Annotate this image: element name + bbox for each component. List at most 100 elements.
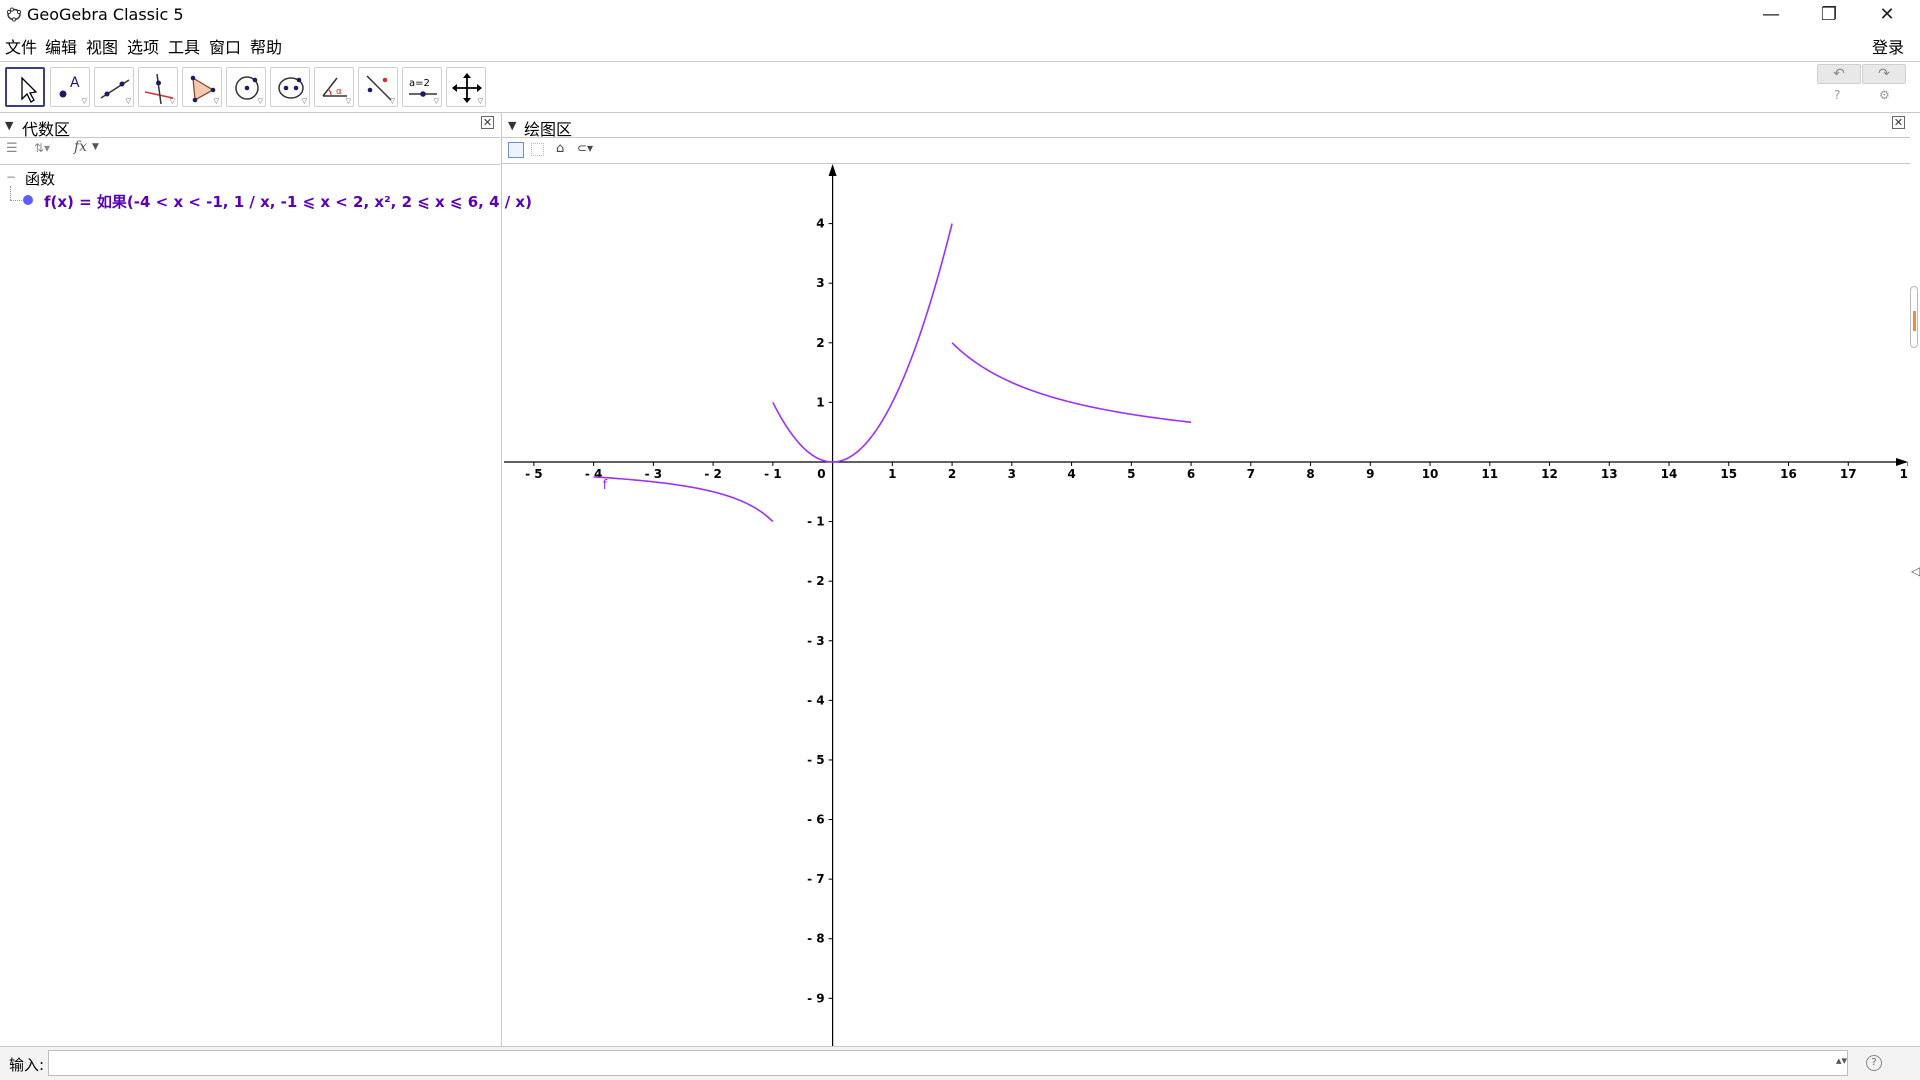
y-tick-label: 2 [816, 336, 824, 350]
x-axis-arrow [1896, 457, 1908, 466]
x-tick-label: - 4 [585, 467, 603, 481]
menu-help[interactable]: 帮助 [250, 34, 282, 58]
y-tick-label: - 5 [807, 753, 825, 767]
function-curve-piece [951, 342, 1192, 424]
x-tick-label: 3 [1008, 467, 1016, 481]
x-tick-label: - 2 [704, 467, 722, 481]
y-tick-label: - 8 [807, 932, 825, 946]
menu-tools[interactable]: 工具 [168, 34, 200, 58]
slider-tool-button[interactable]: a=2 ▽ [402, 67, 442, 107]
polygon-tool-button[interactable]: ▽ [182, 67, 222, 107]
y-tick-label: - 1 [807, 515, 825, 529]
login-button[interactable]: 登录 [1872, 34, 1904, 58]
x-tick-label: 8 [1306, 467, 1314, 481]
toolbar-divider [0, 112, 1920, 113]
window-title: GeoGebra Classic 5 [27, 5, 184, 24]
y-tick-label: - 4 [807, 693, 825, 707]
minimize-button[interactable]: — [1748, 0, 1794, 29]
toggle-axes-icon[interactable] [508, 142, 524, 158]
panel-divider[interactable] [501, 113, 502, 1046]
redo-button[interactable]: ↷ [1862, 64, 1906, 84]
x-tick-label: 2 [948, 467, 956, 481]
category-collapse-icon[interactable]: − [6, 170, 16, 184]
fx-icon[interactable]: fx [74, 139, 87, 155]
svg-text:A: A [70, 75, 80, 91]
circle-tool-button[interactable]: ▽ [226, 67, 266, 107]
fx-dropdown-icon[interactable]: ▼ [92, 142, 99, 152]
menu-window[interactable]: 窗口 [209, 34, 241, 58]
category-functions: 函数 [25, 170, 56, 188]
svg-text:a=2: a=2 [409, 78, 430, 89]
x-tick-label: 14 [1661, 467, 1678, 481]
x-tick-label: 10 [1422, 467, 1439, 481]
y-tick-label: - 2 [807, 574, 825, 588]
x-tick-label: 17 [1840, 467, 1857, 481]
input-label: 输入: [9, 1056, 45, 1074]
tree-line [10, 200, 22, 202]
x-tick-label: 5 [1127, 467, 1135, 481]
menu-options[interactable]: 选项 [127, 34, 159, 58]
conic-tool-button[interactable]: ▽ [270, 67, 310, 107]
graphics-collapse-icon[interactable]: ▼ [508, 119, 516, 132]
function-curve-piece [772, 223, 953, 463]
settings-icon[interactable]: ⚙ [1879, 88, 1890, 102]
x-tick-label: 11 [1481, 467, 1498, 481]
restore-button[interactable]: ❐ [1806, 0, 1852, 29]
y-tick-label: 1 [816, 395, 824, 409]
y-tick-label: - 7 [807, 872, 825, 886]
y-tick-label: - 9 [807, 991, 825, 1005]
x-tick-label: 4 [1067, 467, 1075, 481]
input-bar-divider [0, 1046, 1920, 1047]
toggle-grid-icon[interactable] [531, 143, 544, 156]
x-tick-label: - 1 [764, 467, 782, 481]
x-tick-label: 15 [1720, 467, 1737, 481]
menu-edit[interactable]: 编辑 [45, 34, 77, 58]
help-icon[interactable]: ? [1834, 88, 1840, 102]
angle-tool-button[interactable]: α ▽ [314, 67, 354, 107]
x-tick-label: 16 [1780, 467, 1797, 481]
point-tool-button[interactable]: A ▽ [50, 67, 90, 107]
algebra-close-icon[interactable]: ✕ [481, 116, 494, 129]
input-spinner-icon[interactable]: ▴▾ [1836, 1054, 1847, 1067]
x-tick-label: 18 [1900, 467, 1908, 481]
y-tick-label: - 3 [807, 634, 825, 648]
close-window-button[interactable]: ✕ [1864, 0, 1910, 29]
visibility-toggle-icon[interactable] [23, 195, 33, 205]
x-tick-label: 13 [1601, 467, 1618, 481]
graphics-canvas[interactable]: - 5- 4- 3- 2- 1 1 2 3 4 5 6 7 8 9 10 11 12 13 14 15 16 17… [504, 164, 1908, 1046]
y-tick-label: 3 [816, 276, 824, 290]
function-definition[interactable]: f(x) = 如果(-4 < x < -1, 1 / x, -1 ⩽ x < 2… [44, 191, 532, 212]
menu-bar: 文件 编辑 视图 选项 工具 窗口 帮助 登录 [0, 31, 1920, 57]
graphics-close-icon[interactable]: ✕ [1892, 116, 1905, 129]
undo-button[interactable]: ↶ [1817, 64, 1861, 84]
view-scroll-indicator[interactable] [1910, 286, 1918, 348]
algebra-menu-icon[interactable]: ☰ [6, 141, 18, 156]
side-collapse-icon[interactable]: ◁ [1911, 564, 1920, 578]
algebra-header-divider [0, 137, 500, 138]
x-tick-label: - 3 [645, 467, 663, 481]
perpendicular-tool-button[interactable]: ▽ [138, 67, 178, 107]
algebra-collapse-icon[interactable]: ▼ [5, 119, 13, 132]
move-cursor-icon [21, 76, 38, 103]
home-icon[interactable]: ⌂ [556, 141, 564, 156]
input-field[interactable] [48, 1050, 1848, 1076]
function-curve-piece [593, 476, 774, 523]
point-capture-icon[interactable]: ⊂▾ [577, 141, 593, 155]
menu-view[interactable]: 视图 [86, 34, 118, 58]
move-graphics-tool-button[interactable]: ▽ [446, 67, 486, 107]
algebra-toolbar-divider [0, 164, 500, 165]
line-tool-button[interactable]: ▽ [94, 67, 134, 107]
x-tick-label: 9 [1366, 467, 1374, 481]
y-tick-label: - 6 [807, 813, 825, 827]
input-help-icon[interactable]: ? [1866, 1055, 1882, 1071]
menu-file[interactable]: 文件 [5, 34, 37, 58]
reflect-tool-button[interactable]: ▽ [358, 67, 398, 107]
move-tool-button[interactable] [5, 67, 45, 107]
y-axis-arrow [828, 164, 837, 176]
x-tick-label: 6 [1187, 467, 1195, 481]
x-tick-label: 12 [1541, 467, 1558, 481]
title-bar: GeoGebra Classic 5 — ❐ ✕ [0, 0, 1920, 29]
sort-icon[interactable]: ⇅▾ [34, 141, 50, 155]
x-tick-label: 7 [1247, 467, 1255, 481]
x-tick-label: 1 [888, 467, 896, 481]
